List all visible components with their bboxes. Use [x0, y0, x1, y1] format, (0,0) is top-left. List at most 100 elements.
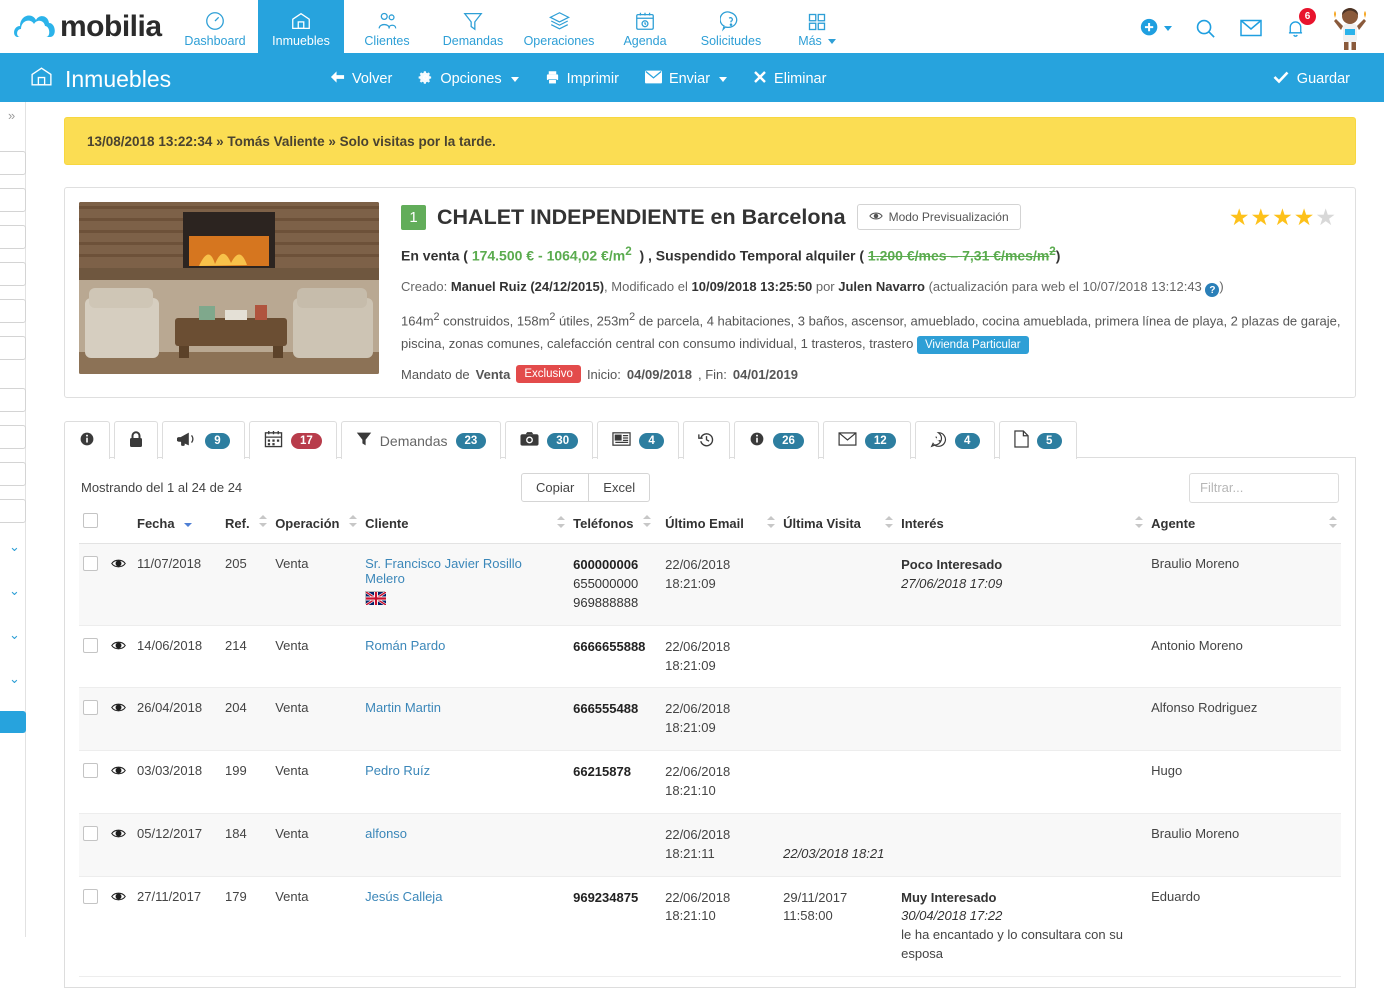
sidebar-select-stub[interactable]	[0, 225, 26, 249]
table-row[interactable]: 03/03/2018199VentaPedro Ruíz6621587822/0…	[79, 751, 1341, 814]
nav-item-solicitudes[interactable]: Solicitudes	[688, 0, 774, 53]
tab-privacy[interactable]	[114, 421, 158, 459]
user-avatar[interactable]	[1330, 5, 1370, 51]
table-row[interactable]: 26/04/2018204VentaMartin Martin666555488…	[79, 688, 1341, 751]
sidebar-select-stub[interactable]	[0, 425, 26, 449]
row-checkbox[interactable]	[83, 700, 98, 715]
sidebar-select-stub[interactable]	[0, 388, 26, 412]
eye-icon[interactable]	[111, 556, 126, 572]
row-checkbox[interactable]	[83, 826, 98, 841]
col-ultimo-email[interactable]: Último Email	[661, 505, 779, 544]
property-rating[interactable]: ★★★★★	[1229, 204, 1337, 231]
row-checkbox[interactable]	[83, 638, 98, 653]
tab-informacion[interactable]: 26	[734, 421, 819, 459]
tab-publicaciones[interactable]: 4	[597, 421, 679, 459]
cell-cliente[interactable]: Pedro Ruíz	[361, 751, 569, 814]
sidebar-field-stub[interactable]	[0, 188, 26, 212]
row-view-cell[interactable]	[107, 688, 133, 751]
delete-button[interactable]: Eliminar	[753, 70, 826, 88]
tab-emails[interactable]: 12	[823, 421, 911, 459]
nav-item-operaciones[interactable]: Operaciones	[516, 0, 602, 53]
property-photo[interactable]	[79, 202, 379, 374]
tab-whatsapp[interactable]: 4	[915, 421, 995, 459]
client-link[interactable]: Pedro Ruíz	[365, 763, 430, 778]
eye-icon[interactable]	[111, 763, 126, 779]
preview-mode-button[interactable]: Modo Previsualización	[857, 204, 1021, 230]
row-checkbox[interactable]	[83, 763, 98, 778]
eye-icon[interactable]	[111, 889, 126, 905]
row-view-cell[interactable]	[107, 876, 133, 976]
copy-button[interactable]: Copiar	[521, 473, 589, 502]
save-button[interactable]: Guardar	[1273, 70, 1350, 88]
row-view-cell[interactable]	[107, 625, 133, 688]
client-link[interactable]: Román Pardo	[365, 638, 445, 653]
tab-fotos[interactable]: 30	[505, 421, 593, 459]
client-link[interactable]: alfonso	[365, 826, 407, 841]
client-link[interactable]: Sr. Francisco Javier Rosillo Melero	[365, 556, 522, 586]
client-link[interactable]: Jesús Calleja	[365, 889, 442, 904]
print-button[interactable]: Imprimir	[545, 70, 619, 89]
row-select-cell[interactable]	[79, 813, 107, 876]
expand-sidebar-icon[interactable]: »	[0, 102, 25, 123]
sidebar-select-stub[interactable]	[0, 499, 26, 523]
search-icon[interactable]	[1194, 17, 1217, 40]
col-agente[interactable]: Agente	[1147, 505, 1341, 544]
sidebar-section-toggle[interactable]: ⌄	[4, 539, 25, 555]
nav-item-inmuebles[interactable]: Inmuebles	[258, 0, 344, 53]
cell-cliente[interactable]: Martin Martin	[361, 688, 569, 751]
row-view-cell[interactable]	[107, 544, 133, 626]
tab-historial[interactable]	[683, 421, 730, 459]
sidebar-select-stub[interactable]	[0, 299, 26, 323]
tab-demandas[interactable]: Demandas 23	[341, 421, 502, 459]
row-checkbox[interactable]	[83, 556, 98, 571]
client-link[interactable]: Martin Martin	[365, 700, 441, 715]
sidebar-section-toggle[interactable]: ⌄	[4, 671, 25, 687]
col-interes[interactable]: Interés	[897, 505, 1147, 544]
send-button[interactable]: Enviar	[645, 70, 727, 88]
filter-input[interactable]	[1189, 473, 1339, 503]
table-row[interactable]: 11/07/2018205VentaSr. Francisco Javier R…	[79, 544, 1341, 626]
select-all-header[interactable]	[79, 505, 107, 544]
excel-button[interactable]: Excel	[589, 473, 650, 502]
eye-icon[interactable]	[111, 700, 126, 716]
sidebar-field-stub[interactable]	[0, 151, 26, 175]
cell-cliente[interactable]: Jesús Calleja	[361, 876, 569, 976]
nav-item-agenda[interactable]: Agenda	[602, 0, 688, 53]
select-all-checkbox[interactable]	[83, 513, 98, 528]
sidebar-select-stub[interactable]	[0, 262, 26, 286]
tab-calendario[interactable]: 17	[249, 421, 337, 459]
table-row[interactable]: 14/06/2018214VentaRomán Pardo66666558882…	[79, 625, 1341, 688]
sidebar-section-toggle[interactable]: ⌄	[4, 583, 25, 599]
row-select-cell[interactable]	[79, 876, 107, 976]
brand-logo[interactable]: mobilia	[0, 0, 172, 53]
nav-item-mas[interactable]: Más	[774, 0, 860, 53]
row-select-cell[interactable]	[79, 625, 107, 688]
table-row[interactable]: 05/12/2017184Ventaalfonso22/06/201818:21…	[79, 813, 1341, 876]
options-button[interactable]: Opciones	[418, 70, 518, 89]
sidebar-select-stub[interactable]	[0, 462, 26, 486]
col-ref[interactable]: Ref.	[221, 505, 271, 544]
nav-item-demandas[interactable]: Demandas	[430, 0, 516, 53]
tab-documentos[interactable]: 5	[999, 421, 1077, 459]
row-view-cell[interactable]	[107, 813, 133, 876]
col-telefonos[interactable]: Teléfonos	[569, 505, 661, 544]
col-fecha[interactable]: Fecha	[133, 505, 221, 544]
add-new-button[interactable]	[1139, 17, 1172, 39]
sidebar-search-button[interactable]	[0, 711, 26, 733]
sidebar-section-toggle[interactable]: ⌄	[4, 627, 25, 643]
col-ultima-visita[interactable]: Última Visita	[779, 505, 897, 544]
row-select-cell[interactable]	[79, 751, 107, 814]
question-mark-icon[interactable]: ?	[1205, 283, 1219, 297]
back-button[interactable]: Volver	[330, 70, 392, 88]
row-select-cell[interactable]	[79, 688, 107, 751]
cell-cliente[interactable]: Román Pardo	[361, 625, 569, 688]
col-cliente[interactable]: Cliente	[361, 505, 569, 544]
sidebar-select-stub[interactable]	[0, 336, 26, 360]
eye-icon[interactable]	[111, 638, 126, 654]
tab-info[interactable]	[64, 421, 110, 459]
cell-cliente[interactable]: Sr. Francisco Javier Rosillo Melero	[361, 544, 569, 626]
row-checkbox[interactable]	[83, 889, 98, 904]
col-operacion[interactable]: Operación	[271, 505, 361, 544]
cell-cliente[interactable]: alfonso	[361, 813, 569, 876]
nav-item-clientes[interactable]: Clientes	[344, 0, 430, 53]
